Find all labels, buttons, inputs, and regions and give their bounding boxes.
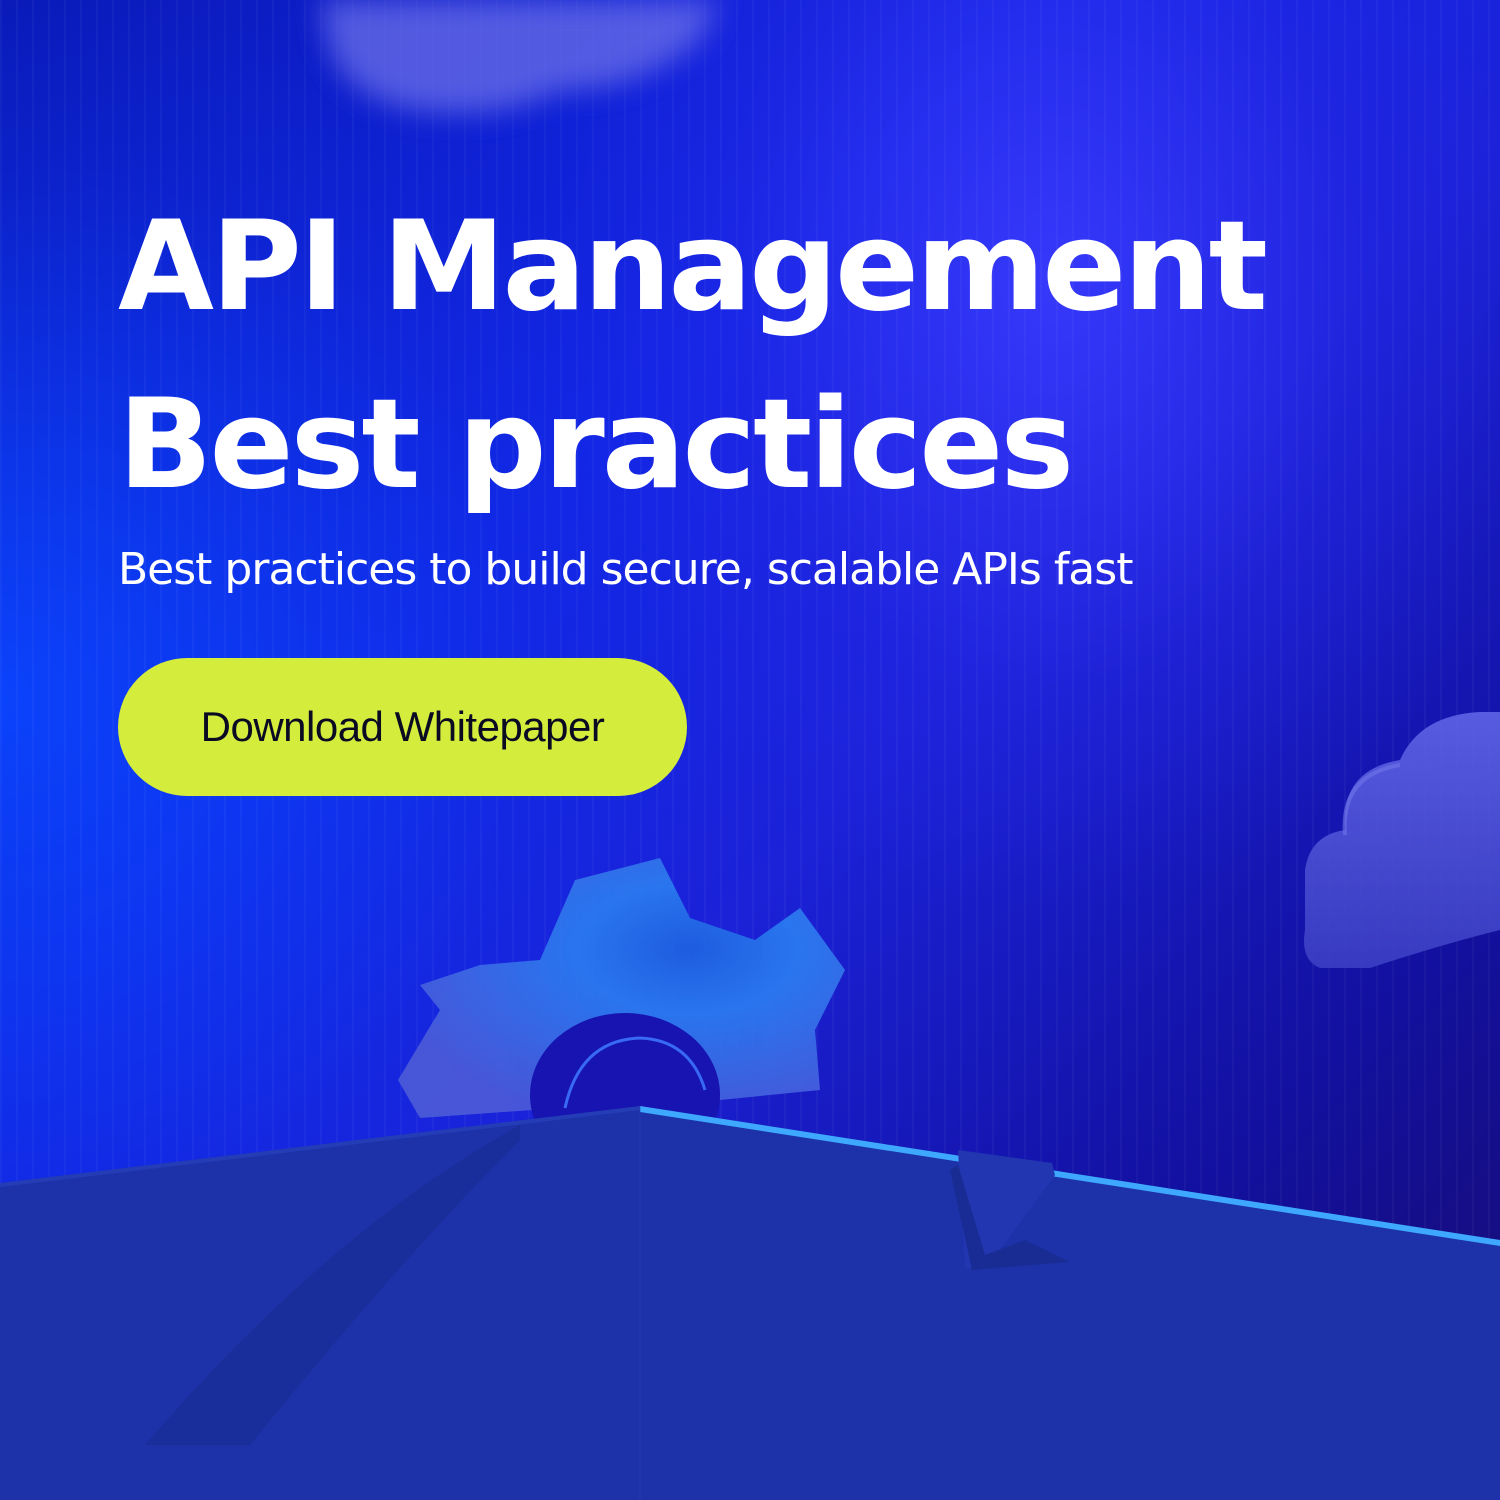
download-whitepaper-button[interactable]: Download Whitepaper: [118, 658, 687, 796]
subtitle: Best practices to build secure, scalable…: [118, 544, 1133, 595]
promo-banner: API Management Best practices Best pract…: [0, 0, 1500, 1500]
platform-floor: [0, 1106, 1500, 1500]
headline-line-1: API Management: [118, 195, 1268, 339]
page-title: API Management Best practices: [118, 178, 1268, 534]
cloud-icon: [1304, 712, 1500, 968]
headline-line-2: Best practices: [118, 373, 1074, 517]
blurred-cloud-shape: [320, 0, 720, 113]
